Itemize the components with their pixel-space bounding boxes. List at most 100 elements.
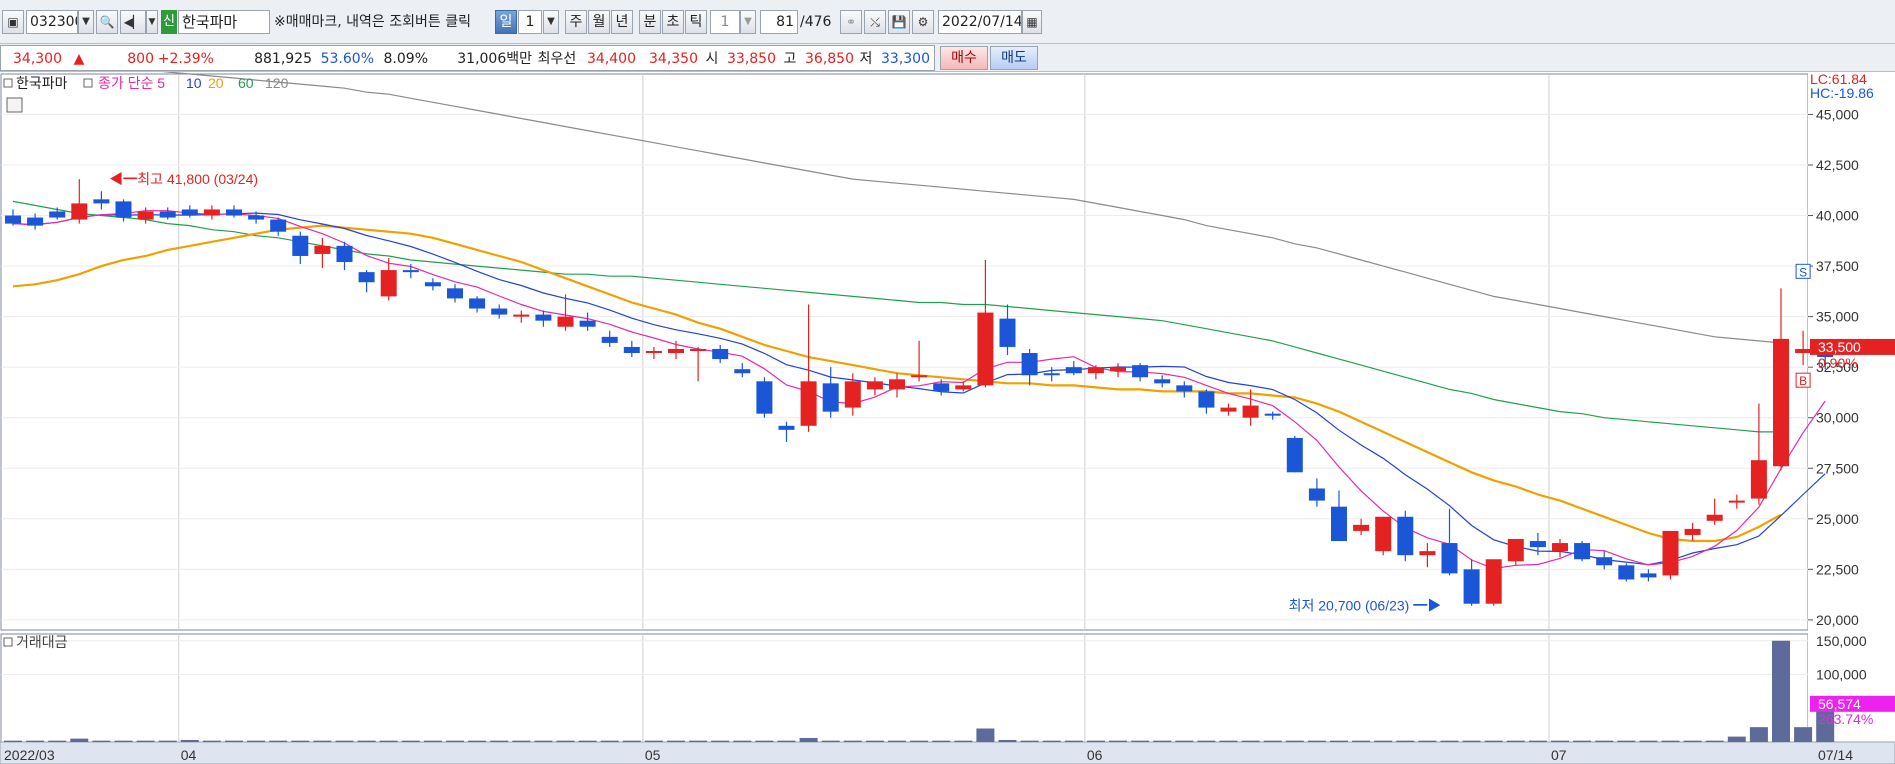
volume-bar bbox=[1396, 740, 1415, 742]
candle-body bbox=[1419, 551, 1436, 556]
volume-bar bbox=[865, 740, 884, 742]
volume-bar bbox=[1263, 740, 1282, 742]
grid-toggle-icon[interactable] bbox=[6, 97, 23, 113]
tab-period-year[interactable]: 년 bbox=[611, 10, 633, 34]
buy-marker-label: B bbox=[1799, 374, 1807, 388]
x-tick-label: 06 bbox=[1087, 747, 1103, 763]
dropdown-icon[interactable]: ▼ bbox=[146, 10, 158, 34]
y-tick-label: 22,500 bbox=[1816, 561, 1859, 577]
gear-icon[interactable]: ⚙ bbox=[912, 10, 934, 34]
volume-bar bbox=[1595, 740, 1614, 742]
legend-stock-name: 한국파마 bbox=[16, 75, 68, 91]
volume-bar bbox=[446, 740, 464, 742]
tab-period-minute[interactable]: 분 bbox=[639, 10, 661, 34]
tab-period-week[interactable]: 주 bbox=[565, 10, 587, 34]
y-tick-label: 40,000 bbox=[1816, 208, 1859, 224]
volume-bar bbox=[1064, 740, 1083, 742]
low-label: 저 bbox=[859, 51, 873, 67]
best-quote-label: 최우선 bbox=[537, 51, 577, 67]
tab-period-tick[interactable]: 틱 bbox=[685, 10, 707, 34]
date-field[interactable]: 2022/07/14 bbox=[938, 10, 1022, 34]
candle-body bbox=[1110, 367, 1126, 372]
dropdown-icon[interactable]: ▼ bbox=[78, 10, 94, 34]
notice-text: ※매매마크, 내역은 조회버튼 클릭 bbox=[274, 14, 471, 30]
candle-body bbox=[690, 348, 707, 351]
candle-body bbox=[336, 245, 353, 263]
high-annotation: ◀━최고 41,800 (03/24) bbox=[109, 171, 258, 187]
candle-body bbox=[1463, 569, 1480, 604]
price-chart[interactable]: 20,00022,50025,00027,50030,00032,50035,0… bbox=[0, 72, 1895, 764]
volume-tick-label: 150,000 bbox=[1816, 633, 1867, 649]
search-icon[interactable]: 🔍 bbox=[96, 10, 118, 34]
candle-body bbox=[1618, 565, 1635, 580]
period-count-field[interactable]: 1 bbox=[518, 10, 542, 34]
calendar-icon[interactable]: ▦ bbox=[1022, 10, 1042, 34]
volume-bar bbox=[799, 737, 818, 742]
legend-toggle-icon[interactable] bbox=[83, 78, 93, 88]
volume-bar bbox=[468, 740, 487, 742]
volume-bar bbox=[556, 740, 575, 742]
candle-body bbox=[1529, 541, 1546, 548]
stock-name-field[interactable]: 한국파마 bbox=[178, 10, 270, 34]
volume-bar bbox=[92, 740, 111, 742]
volume-last-pct: 263.74% bbox=[1818, 711, 1873, 727]
x-axis-bar bbox=[0, 741, 1895, 764]
buy-button[interactable]: 매수 bbox=[940, 46, 988, 70]
candle-body bbox=[424, 282, 441, 287]
volume-bar bbox=[1175, 740, 1194, 742]
candle-body bbox=[513, 314, 530, 317]
candle-body bbox=[1353, 524, 1370, 531]
stock-code-input[interactable]: 032300 bbox=[26, 10, 78, 34]
tick-count-field[interactable]: 1 bbox=[710, 10, 740, 34]
candle-body bbox=[1596, 557, 1613, 566]
volume-bar bbox=[136, 740, 155, 742]
volume-legend-toggle-icon[interactable] bbox=[3, 637, 13, 647]
legend-ma-60: 60 bbox=[238, 75, 254, 91]
tab-period-day[interactable]: 일 bbox=[495, 10, 517, 34]
volume-bar bbox=[976, 728, 995, 742]
volume-bar bbox=[998, 739, 1017, 742]
visible-count-field[interactable]: 81 bbox=[760, 10, 798, 34]
volume-bar bbox=[1086, 740, 1105, 742]
dropdown-icon[interactable]: ▼ bbox=[740, 10, 756, 34]
sell-marker-label: S bbox=[1799, 265, 1807, 279]
candle-body bbox=[1087, 367, 1104, 374]
volume-bar bbox=[70, 738, 89, 742]
volume-bar bbox=[1794, 727, 1813, 742]
candle-body bbox=[137, 211, 154, 220]
trade-volume: 881,925 bbox=[254, 51, 312, 67]
sound-icon[interactable]: ◀▏ bbox=[120, 10, 146, 34]
tab-period-month[interactable]: 월 bbox=[588, 10, 610, 34]
volume-bar bbox=[313, 740, 332, 742]
chart-tool-icon[interactable]: ⤯ bbox=[864, 10, 886, 34]
tab-period-second[interactable]: 초 bbox=[662, 10, 684, 34]
volume-tick-label: 100,000 bbox=[1816, 667, 1867, 683]
volume-bar bbox=[1617, 740, 1636, 742]
volume-bar bbox=[1020, 740, 1039, 742]
high-price: 36,850 bbox=[805, 51, 854, 67]
candle-body bbox=[1507, 539, 1524, 562]
candle-body bbox=[911, 375, 928, 378]
save-icon[interactable]: 💾 bbox=[888, 10, 910, 34]
open-price: 33,850 bbox=[727, 51, 776, 67]
chain-icon[interactable]: ⚭ bbox=[840, 10, 862, 34]
dropdown-icon[interactable]: ▼ bbox=[543, 10, 559, 34]
sell-button[interactable]: 매도 bbox=[990, 46, 1038, 70]
candle-body bbox=[1773, 338, 1789, 467]
candle-body bbox=[778, 425, 795, 430]
candle-body bbox=[1198, 391, 1215, 408]
legend-toggle-icon[interactable] bbox=[3, 78, 13, 88]
low-price: 33,300 bbox=[881, 51, 930, 67]
x-tick-label: 2022/03 bbox=[4, 747, 55, 763]
volume-bar bbox=[512, 740, 531, 742]
volume-bar bbox=[1131, 740, 1150, 742]
candle-body bbox=[1242, 405, 1259, 418]
window-icon[interactable]: ▣ bbox=[2, 10, 24, 34]
candle-body bbox=[933, 383, 950, 392]
volume-bar bbox=[26, 740, 45, 742]
volume-bar bbox=[888, 740, 906, 742]
volume-bar bbox=[1528, 740, 1547, 742]
candle-body bbox=[469, 298, 486, 309]
candle-body bbox=[248, 215, 265, 220]
candle-body bbox=[203, 209, 220, 216]
